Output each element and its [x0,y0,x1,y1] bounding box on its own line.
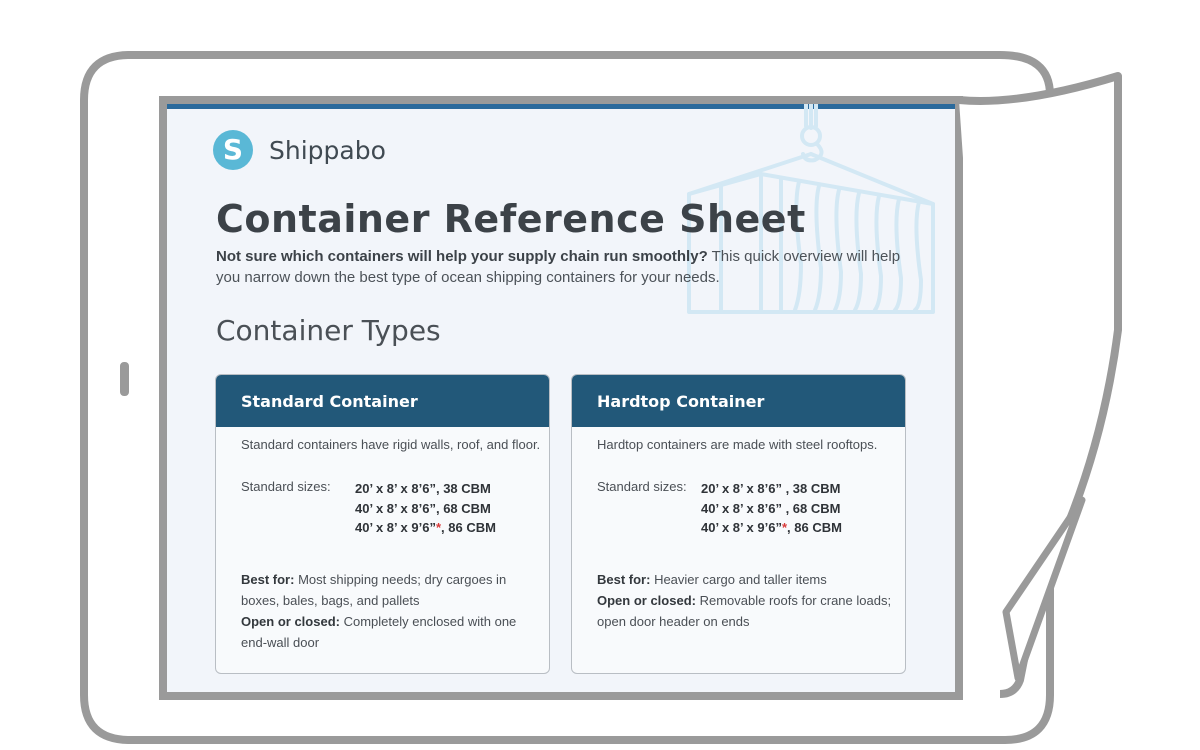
best-for-label: Best for: [597,572,651,587]
size-volume: , 38 CBM [781,481,841,496]
open-closed-label: Open or closed: [597,593,696,608]
open-closed: Open or closed: Completely enclosed with… [241,611,536,653]
best-for-text: Heavier cargo and taller items [650,572,827,587]
intro-bold: Not sure which containers will help your… [216,248,708,265]
size-row: 40’ x 8’ x 8’6” , 68 CBM [701,499,842,519]
best-for: Best for: Most shipping needs; dry cargo… [241,569,536,611]
sizes-label: Standard sizes: [597,479,687,494]
size-volume: , 86 CBM [787,520,842,535]
brand-name: Shippabo [269,135,386,165]
size-volume: , 38 CBM [435,481,491,496]
size-row: 20’ x 8’ x 8’6” , 38 CBM [701,479,842,499]
size-volume: , 86 CBM [441,520,496,535]
section-title: Container Types [216,314,441,347]
open-closed-label: Open or closed: [241,614,340,629]
open-closed: Open or closed: Removable roofs for cran… [597,590,892,632]
size-row: 20’ x 8’ x 8’6”, 38 CBM [355,479,496,499]
brand-logo[interactable]: S Shippabo [213,130,386,170]
card-title: Standard Container [216,375,549,427]
sizes-label: Standard sizes: [241,479,331,494]
screen: S Shippabo Container Reference Sheet Not… [167,104,955,692]
card-description: Hardtop containers are made with steel r… [597,437,878,452]
card-description: Standard containers have rigid walls, ro… [241,437,541,452]
standard-container-card: Standard Container Standard containers h… [215,374,550,674]
size-dims: 40’ x 8’ x 9’6” [355,520,436,535]
card-title: Hardtop Container [572,375,905,427]
shippabo-logo-icon: S [213,130,253,170]
intro-text: Not sure which containers will help your… [216,246,906,288]
size-row: 40’ x 8’ x 8’6”, 68 CBM [355,499,496,519]
best-for-label: Best for: [241,572,295,587]
best-for: Best for: Heavier cargo and taller items [597,569,892,590]
size-dims: 40’ x 8’ x 9’6” [701,520,782,535]
size-dims: 20’ x 8’ x 8’6” [701,481,782,496]
size-volume: , 68 CBM [435,500,491,516]
size-dims: 40’ x 8’ x 8’6” [355,500,436,516]
page-title: Container Reference Sheet [216,197,806,241]
size-row: 40’ x 8’ x 9’6”*, 86 CBM [355,518,496,538]
size-dims: 40’ x 8’ x 8’6” [701,500,782,516]
card-notes: Best for: Heavier cargo and taller items… [597,569,892,632]
sizes-list: 20’ x 8’ x 8’6”, 38 CBM 40’ x 8’ x 8’6”,… [355,479,496,538]
sizes-list: 20’ x 8’ x 8’6” , 38 CBM 40’ x 8’ x 8’6”… [701,479,842,538]
card-notes: Best for: Most shipping needs; dry cargo… [241,569,536,653]
tablet-side-button [120,362,129,396]
size-dims: 20’ x 8’ x 8’6” [355,481,436,496]
size-row: 40’ x 8’ x 9’6”*, 86 CBM [701,518,842,538]
hardtop-container-card: Hardtop Container Hardtop containers are… [571,374,906,674]
size-volume: , 68 CBM [781,500,841,516]
